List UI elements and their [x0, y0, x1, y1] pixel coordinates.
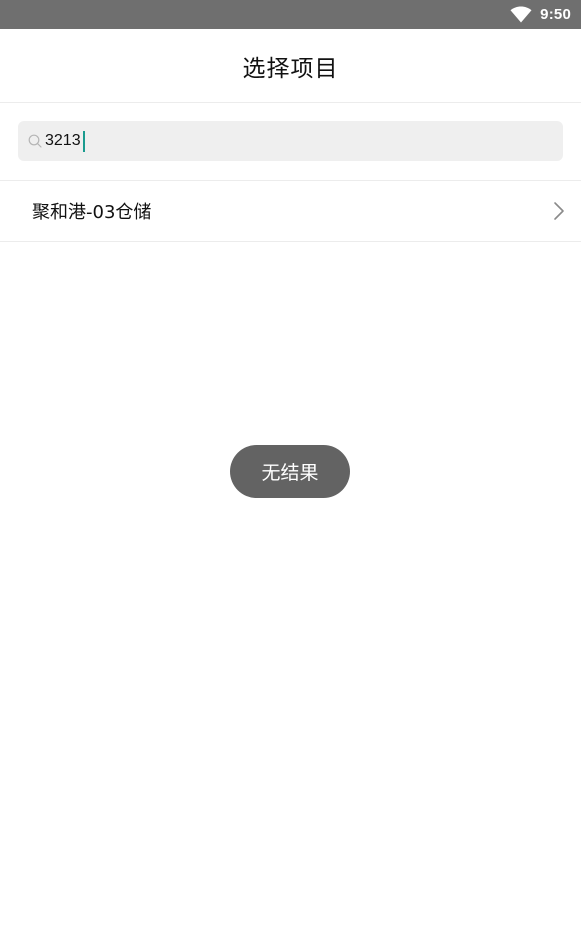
search-input[interactable]: 3213 [18, 121, 563, 161]
list-item-label: 聚和港-03仓储 [32, 202, 152, 223]
wifi-icon [510, 6, 532, 23]
search-icon [28, 134, 42, 148]
status-bar: 9:50 [0, 0, 581, 29]
status-indicators: 9:50 [510, 0, 571, 29]
list-item[interactable]: 聚和港-03仓储 [0, 181, 581, 242]
search-area: 3213 [0, 103, 581, 181]
toast: 无结果 [230, 445, 350, 498]
page-title: 选择项目 [242, 55, 339, 82]
chevron-right-icon [554, 202, 564, 220]
title-bar: 选择项目 [0, 29, 581, 103]
search-input-value: 3213 [45, 132, 81, 149]
status-time: 9:50 [540, 6, 571, 23]
toast-message: 无结果 [261, 462, 319, 484]
text-cursor [82, 130, 85, 152]
